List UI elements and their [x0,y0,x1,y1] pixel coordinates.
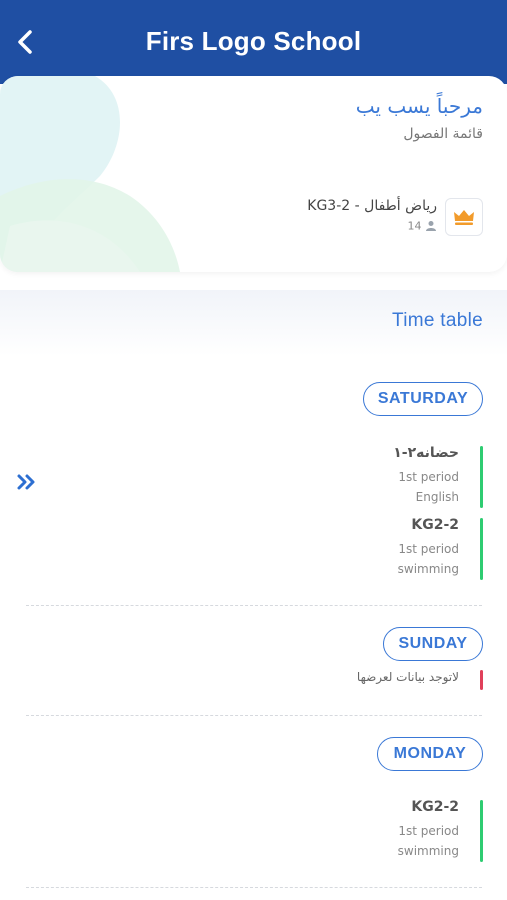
page-title: Firs Logo School [145,26,362,56]
entry-class: KG2-2 [411,799,459,815]
day-divider [26,715,482,716]
status-bar [480,670,483,690]
entry-class: KG2-2 [411,517,459,533]
timetable-entry[interactable]: KG2-2 1st period swimming [343,799,483,862]
entry-period: 1st period [398,542,459,556]
day-sunday[interactable]: SUNDAY [383,627,483,661]
day-monday[interactable]: MONDAY [377,737,483,771]
class-avatar [445,198,483,236]
entry-class: حضانه٢-١ [393,445,459,461]
day-divider [26,887,482,888]
double-chevron-right-icon [17,474,35,490]
welcome-greeting: مرحباً يسب يب [355,94,483,118]
entry-subject: swimming [397,562,459,576]
status-bar [480,518,483,580]
entry-period: 1st period [398,470,459,484]
crown-icon [454,210,474,225]
status-bar [480,446,483,508]
entry-period: 1st period [398,824,459,838]
class-list-heading: قائمة الفصول [403,126,483,142]
person-icon [426,221,436,231]
timetable-title: Time table [392,310,483,331]
expand-button[interactable] [16,472,38,492]
status-bar [480,800,483,862]
day-divider [26,605,482,606]
background-decoration [0,76,180,272]
no-data-message: لاتوجد بيانات لعرضها [356,670,459,684]
timetable-entry[interactable]: KG2-2 1st period swimming [343,517,483,580]
student-count-value: 14 [407,219,422,233]
timetable-entry[interactable]: حضانه٢-١ 1st period English [343,445,483,508]
entry-subject: swimming [397,844,459,858]
day-saturday[interactable]: SATURDAY [363,382,483,416]
class-name: KG3-2 - رياض أطفال [307,198,437,214]
student-count: 14 [408,219,438,233]
no-data-row: لاتوجد بيانات لعرضها [263,670,483,690]
app-header: Firs Logo School [0,0,507,84]
entry-subject: English [415,490,459,504]
class-list-item[interactable]: KG3-2 - رياض أطفال 14 [283,198,483,238]
